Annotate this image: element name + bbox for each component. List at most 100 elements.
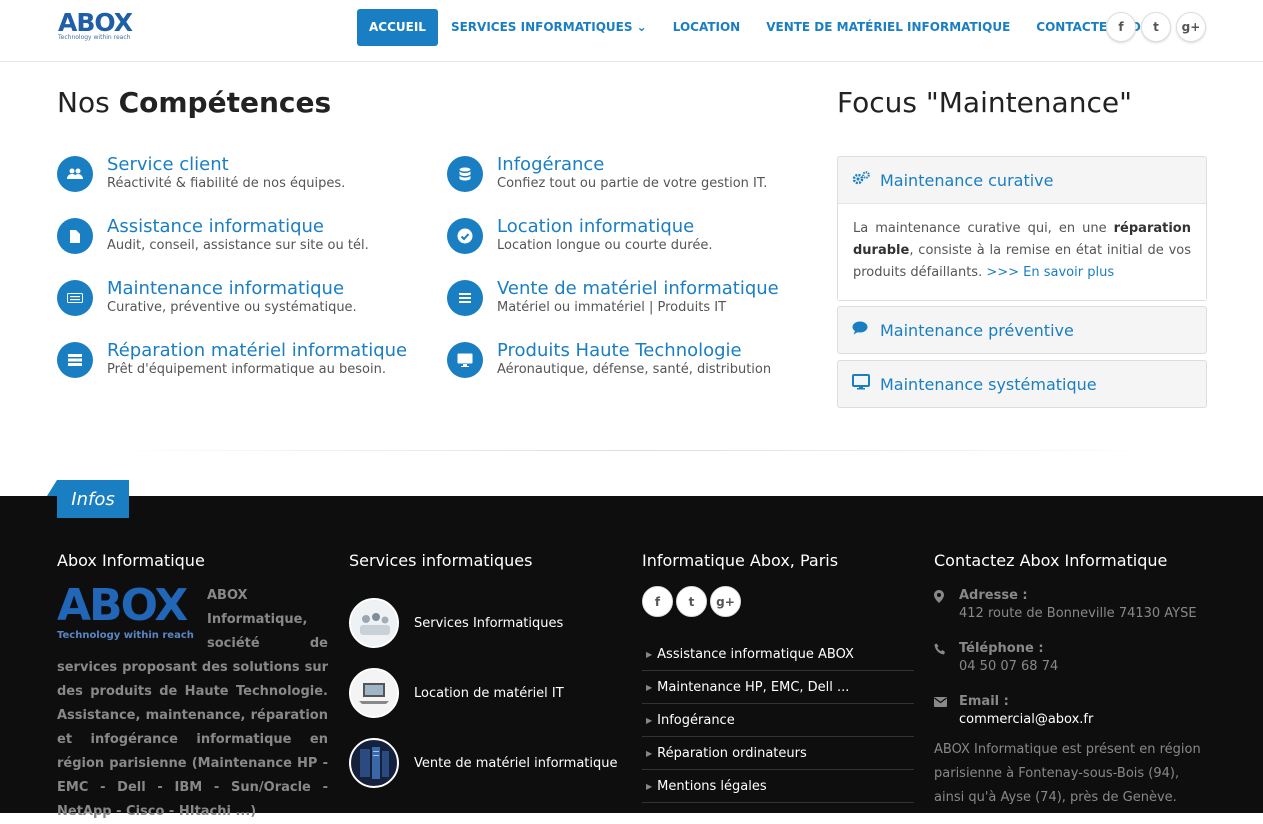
footer-link[interactable]: ▶ Réparation ordinateurs (642, 737, 914, 770)
caret-right-icon: ▶ (646, 649, 653, 659)
accordion-title: Maintenance préventive (880, 320, 1074, 340)
competences-title-bold: Compétences (118, 86, 332, 119)
footer-service-item[interactable]: Location de matériel IT (349, 668, 564, 718)
service-item[interactable]: Assistance informatique Audit, conseil, … (57, 216, 437, 262)
service-title[interactable]: Location informatique (497, 216, 694, 237)
nav-location[interactable]: LOCATION (660, 9, 753, 46)
footer-social: f t g+ (642, 586, 741, 617)
address-label: Adresse : (959, 588, 1028, 603)
body-text: La maintenance curative qui, en une (853, 221, 1114, 236)
desktop-icon (852, 374, 872, 394)
nav-accueil[interactable]: ACCUEIL (357, 9, 438, 46)
service-title[interactable]: Vente de matériel informatique (497, 278, 779, 299)
address-value: 412 route de Bonneville 74130 AYSE (959, 606, 1197, 621)
footer-link-label: Infogérance (657, 712, 735, 728)
footer-link[interactable]: ▶ Infogérance (642, 704, 914, 737)
list-icon (447, 280, 483, 316)
service-desc: Confiez tout ou partie de votre gestion … (497, 176, 768, 191)
accordion-header[interactable]: Maintenance curative (838, 157, 1206, 203)
header: ABOX Technology within reach ACCUEIL SER… (0, 0, 1263, 62)
footer-service-item[interactable]: Services Informatiques (349, 598, 563, 648)
footer-link-label: Assistance informatique ABOX (657, 646, 854, 662)
footer-link[interactable]: ▶ Assistance informatique ABOX (642, 638, 914, 671)
service-title[interactable]: Réparation matériel informatique (107, 340, 407, 361)
service-desc: Audit, conseil, assistance sur site ou t… (107, 238, 369, 253)
accordion-panel-curative: Maintenance curative La maintenance cura… (837, 156, 1207, 301)
service-title[interactable]: Service client (107, 154, 229, 175)
service-desc: Réactivité & fiabilité de nos équipes. (107, 176, 346, 191)
nav-vente-materiel[interactable]: VENTE DE MATÉRIEL INFORMATIQUE (753, 9, 1023, 46)
service-item[interactable]: Service client Réactivité & fiabilité de… (57, 154, 437, 200)
accordion-panel-preventive: Maintenance préventive (837, 306, 1207, 354)
cogs-icon (852, 171, 872, 189)
footer-col4-title: Contactez Abox Informatique (934, 551, 1168, 570)
email-value[interactable]: commercial@abox.fr (959, 712, 1093, 727)
service-title[interactable]: Produits Haute Technologie (497, 340, 742, 361)
service-item[interactable]: Réparation matériel informatique Prêt d'… (57, 340, 437, 386)
footer-link-label: Maintenance HP, EMC, Dell ... (657, 679, 850, 695)
check-icon (447, 218, 483, 254)
desktop-icon (447, 342, 483, 378)
users-icon (57, 156, 93, 192)
service-item[interactable]: Vente de matériel informatique Matériel … (447, 278, 827, 324)
footer-about: ABOX Technology within reach ABOX Inform… (57, 584, 328, 824)
twitter-icon[interactable]: t (1141, 12, 1171, 42)
footer-logo-text: ABOX (57, 580, 188, 631)
phone-icon (934, 643, 950, 659)
accordion-panel-systematique: Maintenance systématique (837, 360, 1207, 408)
footer-link-label: Mentions légales (657, 778, 767, 794)
service-desc: Matériel ou immatériel | Produits IT (497, 300, 727, 315)
footer-location-text: ABOX Informatique est présent en région … (934, 742, 1201, 805)
google-plus-icon[interactable]: g+ (710, 586, 741, 617)
map-marker-icon (934, 590, 950, 607)
accordion-header[interactable]: Maintenance systématique (838, 361, 1206, 407)
logo-text: ABOX (58, 8, 133, 37)
logo[interactable]: ABOX Technology within reach (58, 10, 140, 46)
footer-logo: ABOX Technology within reach (57, 584, 207, 642)
footer-logo-tagline: Technology within reach (57, 630, 194, 641)
accordion-body: La maintenance curative qui, en une répa… (838, 203, 1206, 300)
service-item[interactable]: Infogérance Confiez tout ou partie de vo… (447, 154, 827, 200)
service-item[interactable]: Location informatique Location longue ou… (447, 216, 827, 262)
footer-service-item[interactable]: Vente de matériel informatique (349, 738, 617, 788)
footer-col2-title: Services informatiques (349, 551, 533, 570)
service-item[interactable]: Produits Haute Technologie Aéronautique,… (447, 340, 827, 386)
competences-title-prefix: Nos (57, 86, 119, 119)
database-icon (447, 156, 483, 192)
infos-tab: Infos (47, 480, 129, 518)
server-photo-icon (349, 738, 399, 788)
twitter-icon[interactable]: t (676, 586, 707, 617)
file-icon (57, 218, 93, 254)
service-item[interactable]: Maintenance informatique Curative, préve… (57, 278, 437, 324)
service-desc: Location longue ou courte durée. (497, 238, 713, 253)
facebook-icon[interactable]: f (642, 586, 673, 617)
caret-right-icon: ▶ (646, 682, 653, 692)
footer-link[interactable]: ▶ Maintenance HP, EMC, Dell ... (642, 671, 914, 704)
footer-link-label: Réparation ordinateurs (657, 745, 807, 761)
caret-right-icon: ▶ (646, 781, 653, 791)
service-desc: Aéronautique, défense, santé, distributi… (497, 362, 772, 377)
footer-col1-title: Abox Informatique (57, 551, 205, 570)
service-title[interactable]: Infogérance (497, 154, 604, 175)
footer-service-label: Vente de matériel informatique (414, 755, 618, 771)
competences-title: Nos Compétences (57, 86, 331, 119)
caret-right-icon: ▶ (646, 715, 653, 725)
accordion-header[interactable]: Maintenance préventive (838, 307, 1206, 353)
service-desc: Curative, préventive ou systématique. (107, 300, 357, 315)
comment-icon (852, 321, 872, 339)
facebook-icon[interactable]: f (1106, 12, 1136, 42)
google-plus-icon[interactable]: g+ (1176, 12, 1206, 42)
accordion-title: Maintenance curative (880, 170, 1054, 190)
footer-col3-title: Informatique Abox, Paris (642, 551, 839, 570)
nav-services-informatiques[interactable]: SERVICES INFORMATIQUES ⌄ (438, 9, 660, 46)
laptop-photo-icon (349, 668, 399, 718)
caret-right-icon: ▶ (646, 748, 653, 758)
read-more-link[interactable]: >>> En savoir plus (986, 265, 1114, 280)
phone-value[interactable]: 04 50 07 68 74 (959, 659, 1058, 674)
footer-link[interactable]: ▶ Mentions légales (642, 770, 914, 803)
service-title[interactable]: Maintenance informatique (107, 278, 344, 299)
meeting-photo-icon (349, 598, 399, 648)
email-label: Email : (959, 694, 1009, 709)
section-divider (100, 450, 1163, 451)
service-title[interactable]: Assistance informatique (107, 216, 324, 237)
